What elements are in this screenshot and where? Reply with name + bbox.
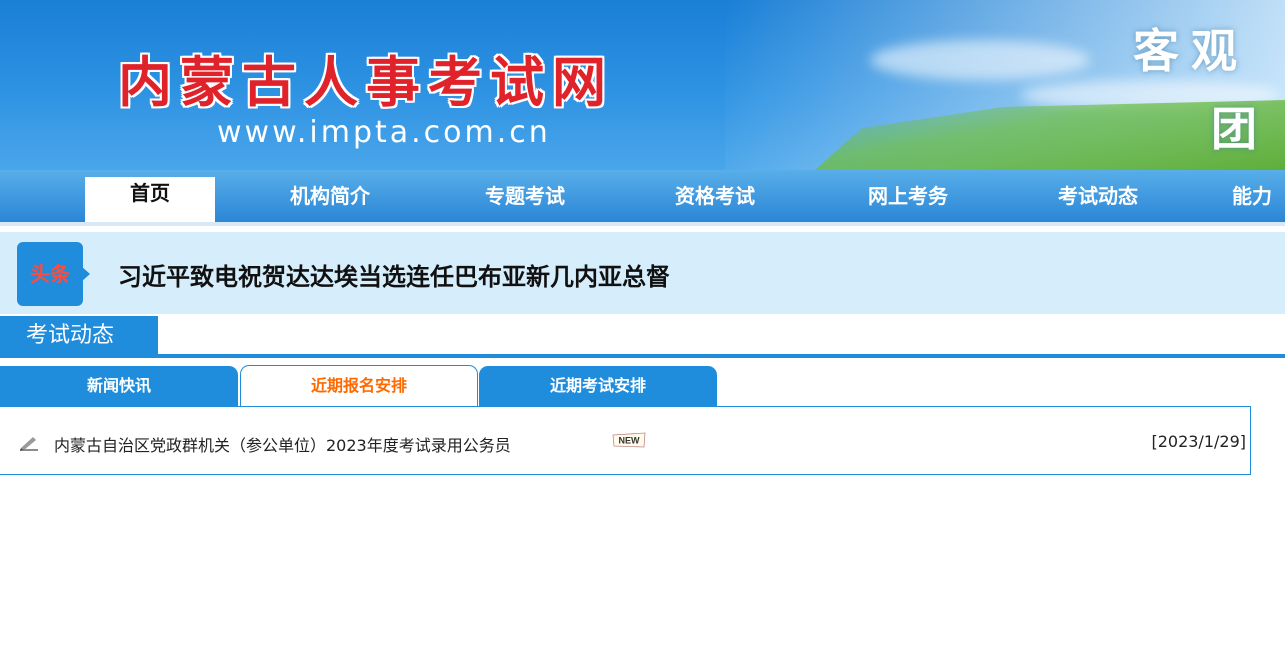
- slogan: 客观 团: [1133, 12, 1285, 168]
- nav-item-about[interactable]: 机构简介: [270, 170, 390, 222]
- nav-item-exam-news[interactable]: 考试动态: [1038, 170, 1158, 222]
- main-nav: 首页 机构简介 专题考试 资格考试 网上考务 考试动态 能力: [0, 170, 1285, 222]
- tab-news-flash[interactable]: 新闻快讯: [0, 366, 238, 406]
- list-item: 内蒙古自治区党政群机关（参公单位）2023年度考试录用公务员 NEW [2023…: [18, 432, 1246, 456]
- headline-link[interactable]: 习近平致电祝贺达达埃当选连任巴布亚新几内亚总督: [118, 257, 670, 292]
- tab-recent-exams[interactable]: 近期考试安排: [479, 366, 717, 406]
- section-divider: [0, 354, 1285, 358]
- news-list: 内蒙古自治区党政群机关（参公单位）2023年度考试录用公务员 NEW [2023…: [0, 406, 1251, 475]
- site-title: 内蒙古人事考试网: [118, 50, 614, 114]
- nav-underline: [0, 222, 1285, 226]
- nav-item-ability[interactable]: 能力: [1232, 170, 1285, 222]
- list-item-date: [2023/1/29]: [1151, 432, 1246, 451]
- headline-badge: 头条: [17, 242, 93, 306]
- nav-item-home[interactable]: 首页: [85, 177, 215, 222]
- slogan-line-1: 客观: [1133, 24, 1249, 78]
- slogan-line-2: 团: [1211, 102, 1269, 156]
- nav-item-online-exam-affairs[interactable]: 网上考务: [848, 170, 968, 222]
- header-banner: 内蒙古人事考试网 www.impta.com.cn 客观 团: [0, 0, 1285, 170]
- banner-cloud: [870, 40, 1090, 80]
- new-badge-label: NEW: [619, 436, 641, 446]
- tab-recent-registration[interactable]: 近期报名安排: [240, 365, 478, 407]
- site-url: www.impta.com.cn: [217, 115, 551, 150]
- list-item-title[interactable]: 内蒙古自治区党政群机关（参公单位）2023年度考试录用公务员: [54, 432, 511, 456]
- new-badge-icon: NEW: [612, 432, 646, 448]
- nav-item-special-exams[interactable]: 专题考试: [465, 170, 585, 222]
- headline-bar: 头条 习近平致电祝贺达达埃当选连任巴布亚新几内亚总督: [0, 232, 1285, 314]
- pen-icon: [20, 437, 38, 451]
- badge-label: 头条: [30, 262, 70, 286]
- nav-item-qualification-exams[interactable]: 资格考试: [655, 170, 775, 222]
- section-title: 考试动态: [0, 316, 158, 356]
